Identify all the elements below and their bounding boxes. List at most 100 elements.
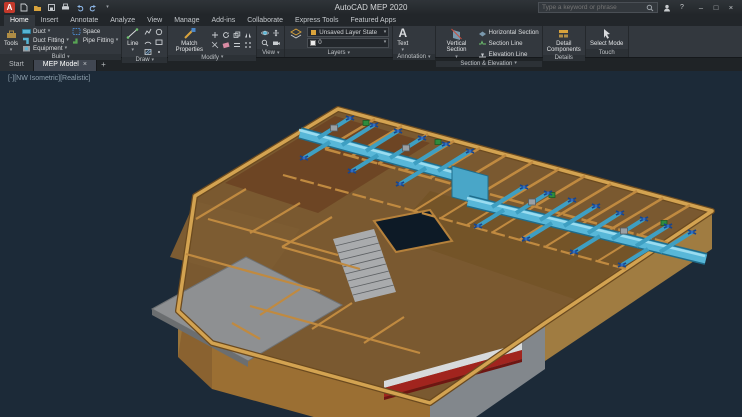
array-icon[interactable] [243,41,253,50]
move-icon[interactable] [210,31,220,40]
layer-state-dropdown[interactable]: Unsaved Layer State ▾ [307,27,390,38]
tab-manage[interactable]: Manage [168,15,205,26]
text-button[interactable]: A Text ▾ [396,27,409,53]
section-line-icon [478,40,486,45]
space-icon [72,27,81,35]
tab-view[interactable]: View [141,15,168,26]
viewport-controls[interactable]: [-][NW Isometric][Realistic] [8,75,90,82]
search-input[interactable] [542,4,644,11]
match-properties-button[interactable]: Match Properties [171,27,207,54]
zoom-icon[interactable] [260,38,270,47]
orbit-icon[interactable] [260,28,270,37]
match-properties-icon [184,28,196,39]
tab-insert[interactable]: Insert [35,15,65,26]
arc-icon[interactable] [143,37,153,46]
duct-fitting-icon [23,37,29,44]
layer-color-swatch [310,39,317,46]
new-file-icon[interactable] [18,2,29,13]
tools-button[interactable]: Tools ▾ [3,27,19,53]
window-title: AutoCAD MEP 2020 [334,3,408,12]
undo-icon[interactable] [74,2,85,13]
panel-modify: Match Properties Modify ▾ [168,26,258,61]
text-icon: A [398,26,408,40]
duct-fitting-button[interactable]: Duct Fitting ▾ [22,36,69,44]
point-icon[interactable] [154,47,164,56]
window-controls: – □ × [694,2,738,13]
horizontal-section-button[interactable]: Horizontal Section [478,28,539,37]
detail-components-button[interactable]: Detail Components [546,27,582,54]
open-file-icon[interactable] [32,2,43,13]
plot-icon[interactable] [60,2,71,13]
tab-featured-apps[interactable]: Featured Apps [344,15,402,26]
equipment-button[interactable]: Equipment ▾ [22,45,69,53]
horizontal-section-icon [478,31,486,37]
polyline-icon[interactable] [143,27,153,36]
layers-icon [290,28,303,39]
camera-icon[interactable] [271,38,281,47]
panel-label-annotation[interactable]: Annotation ▾ [393,54,435,61]
elevation-line-button[interactable]: Elevation Line [478,50,539,58]
tab-collaborate[interactable]: Collaborate [241,15,289,26]
duct-button[interactable]: Duct ▾ [22,27,69,35]
maximize-button[interactable]: □ [709,2,723,13]
model-viewport[interactable]: [-][NW Isometric][Realistic] [0,71,742,417]
tab-addins[interactable]: Add-ins [205,15,241,26]
circle-icon[interactable] [154,27,164,36]
app-logo-icon[interactable]: A [4,2,15,13]
title-bar: A ▾ AutoCAD MEP 2020 ? – □ × [0,0,742,15]
layer-dropdown[interactable]: 0 ▾ [307,37,390,48]
help-icon[interactable]: ? [676,2,688,13]
panel-details: Detail Components Details [542,26,586,61]
building-model-canvas[interactable] [0,71,742,417]
panel-layers: Unsaved Layer State ▾ 0 ▾ Layers ▾ [285,26,394,57]
close-button[interactable]: × [724,2,738,13]
panel-build: Tools ▾ Duct ▾ Duct Fitting ▾ Equipment ▾ [0,26,123,61]
panel-label-view[interactable]: View ▾ [257,49,285,57]
panel-label-layers[interactable]: Layers ▾ [285,49,393,57]
detail-components-icon [559,30,569,38]
line-icon [126,28,139,39]
panel-label-draw[interactable]: Draw ▾ [122,57,168,63]
panel-label-section-elevation[interactable]: Section & Elevation ▾ [435,60,542,67]
trim-icon[interactable] [210,41,220,50]
tab-express-tools[interactable]: Express Tools [289,15,344,26]
copy-icon[interactable] [232,31,242,40]
panel-touch: Select Mode Touch [585,26,629,57]
layer-properties-button[interactable] [288,27,304,48]
search-box[interactable] [538,2,658,13]
pan-icon[interactable] [271,28,281,37]
panel-section-elevation: Vertical Section ▾ Horizontal Section Se… [435,26,543,67]
panel-draw: Line ▾ Draw ▾ [122,26,169,63]
elevation-line-icon [478,53,486,58]
save-icon[interactable] [46,2,57,13]
panel-label-touch[interactable]: Touch [585,49,628,57]
layer-state-icon [311,29,317,35]
panel-label-details[interactable]: Details [542,54,585,61]
select-mode-button[interactable]: Select Mode [589,27,625,48]
rotate-icon[interactable] [221,31,231,40]
tab-home[interactable]: Home [4,15,35,26]
mirror-icon[interactable] [243,31,253,40]
panel-view: View ▾ [257,26,286,57]
sign-in-icon[interactable] [661,2,673,13]
rectangle-icon[interactable] [154,37,164,46]
tab-analyze[interactable]: Analyze [104,15,141,26]
space-button[interactable]: Space [72,27,118,35]
duct-icon [22,28,31,34]
minimize-button[interactable]: – [694,2,708,13]
erase-icon[interactable] [221,41,231,50]
panel-label-build[interactable]: Build ▾ [0,54,122,61]
line-button[interactable]: Line ▾ [125,27,140,56]
quick-access-dropdown-icon[interactable]: ▾ [102,2,113,13]
vertical-section-button[interactable]: Vertical Section ▾ [439,27,475,60]
offset-icon[interactable] [232,41,242,50]
section-line-button[interactable]: Section Line [478,39,539,47]
close-tab-icon[interactable]: × [83,61,87,68]
equipment-icon [23,46,31,52]
pipe-fitting-button[interactable]: Pipe Fitting ▾ [72,36,118,44]
panel-label-modify[interactable]: Modify ▾ [168,54,257,61]
tab-annotate[interactable]: Annotate [64,15,104,26]
vertical-section-icon [451,28,462,40]
hatch-icon[interactable] [143,47,153,56]
redo-icon[interactable] [88,2,99,13]
